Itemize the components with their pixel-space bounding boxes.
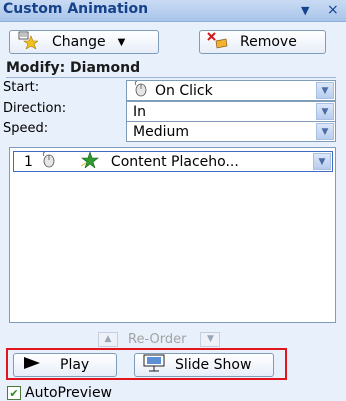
autopreview-option[interactable]: ✔ AutoPreview bbox=[7, 385, 112, 401]
modify-heading: Modify: Diamond bbox=[6, 60, 336, 78]
animation-item-text: Content Placeho... bbox=[110, 153, 239, 170]
slide-show-button-label: Slide Show bbox=[175, 357, 252, 373]
chevron-down-icon[interactable]: ▼ bbox=[316, 82, 334, 99]
reorder-label: Re-Order bbox=[128, 331, 187, 347]
pane-menu-icon[interactable]: ▼ bbox=[301, 4, 309, 17]
remove-effect-icon bbox=[206, 31, 228, 53]
chevron-down-icon[interactable]: ▼ bbox=[316, 103, 334, 120]
list-item[interactable]: 1 Content Placeho... ▼ bbox=[13, 150, 333, 172]
start-select[interactable]: On Click ▼ bbox=[126, 80, 336, 101]
speed-select[interactable]: Medium ▼ bbox=[126, 121, 336, 142]
pane-title-bar: Custom Animation ▼ × bbox=[0, 0, 346, 22]
play-button[interactable]: Play bbox=[13, 353, 117, 377]
pane-title: Custom Animation bbox=[3, 1, 149, 17]
custom-animation-pane: Custom Animation ▼ × Change ▼ Remove Mod… bbox=[0, 0, 346, 401]
mouse-click-icon bbox=[41, 151, 57, 172]
mouse-click-icon bbox=[133, 80, 149, 101]
move-down-icon[interactable]: ▼ bbox=[200, 331, 221, 347]
start-label: Start: bbox=[3, 80, 40, 95]
chevron-down-icon[interactable]: ▼ bbox=[316, 123, 334, 140]
direction-select[interactable]: In ▼ bbox=[126, 101, 336, 122]
animation-list[interactable]: 1 Content Placeho... ▼ bbox=[9, 147, 336, 323]
reorder-group: ▲ Re-Order ▼ bbox=[98, 330, 221, 348]
speed-value: Medium bbox=[133, 123, 189, 140]
start-value: On Click bbox=[155, 82, 213, 99]
chevron-down-icon[interactable]: ▼ bbox=[313, 153, 331, 170]
direction-value: In bbox=[133, 103, 147, 120]
autopreview-checkbox[interactable]: ✔ bbox=[7, 386, 21, 400]
remove-button-label: Remove bbox=[240, 34, 297, 50]
direction-label: Direction: bbox=[3, 101, 67, 116]
add-effect-star-icon bbox=[18, 31, 39, 53]
speed-label: Speed: bbox=[3, 121, 49, 136]
slide-show-icon bbox=[143, 354, 165, 376]
change-button-label: Change bbox=[52, 34, 106, 50]
change-button[interactable]: Change ▼ bbox=[9, 30, 159, 54]
animation-order-number: 1 bbox=[24, 153, 33, 170]
slide-show-button[interactable]: Slide Show bbox=[134, 353, 274, 377]
entrance-effect-star-icon bbox=[80, 150, 99, 172]
move-up-icon[interactable]: ▲ bbox=[98, 331, 118, 347]
remove-button[interactable]: Remove bbox=[199, 30, 326, 54]
autopreview-label: AutoPreview bbox=[25, 385, 113, 401]
chevron-down-icon: ▼ bbox=[117, 36, 126, 48]
play-button-label: Play bbox=[60, 357, 90, 373]
pane-close-icon[interactable]: × bbox=[327, 2, 339, 18]
play-icon bbox=[24, 357, 40, 373]
